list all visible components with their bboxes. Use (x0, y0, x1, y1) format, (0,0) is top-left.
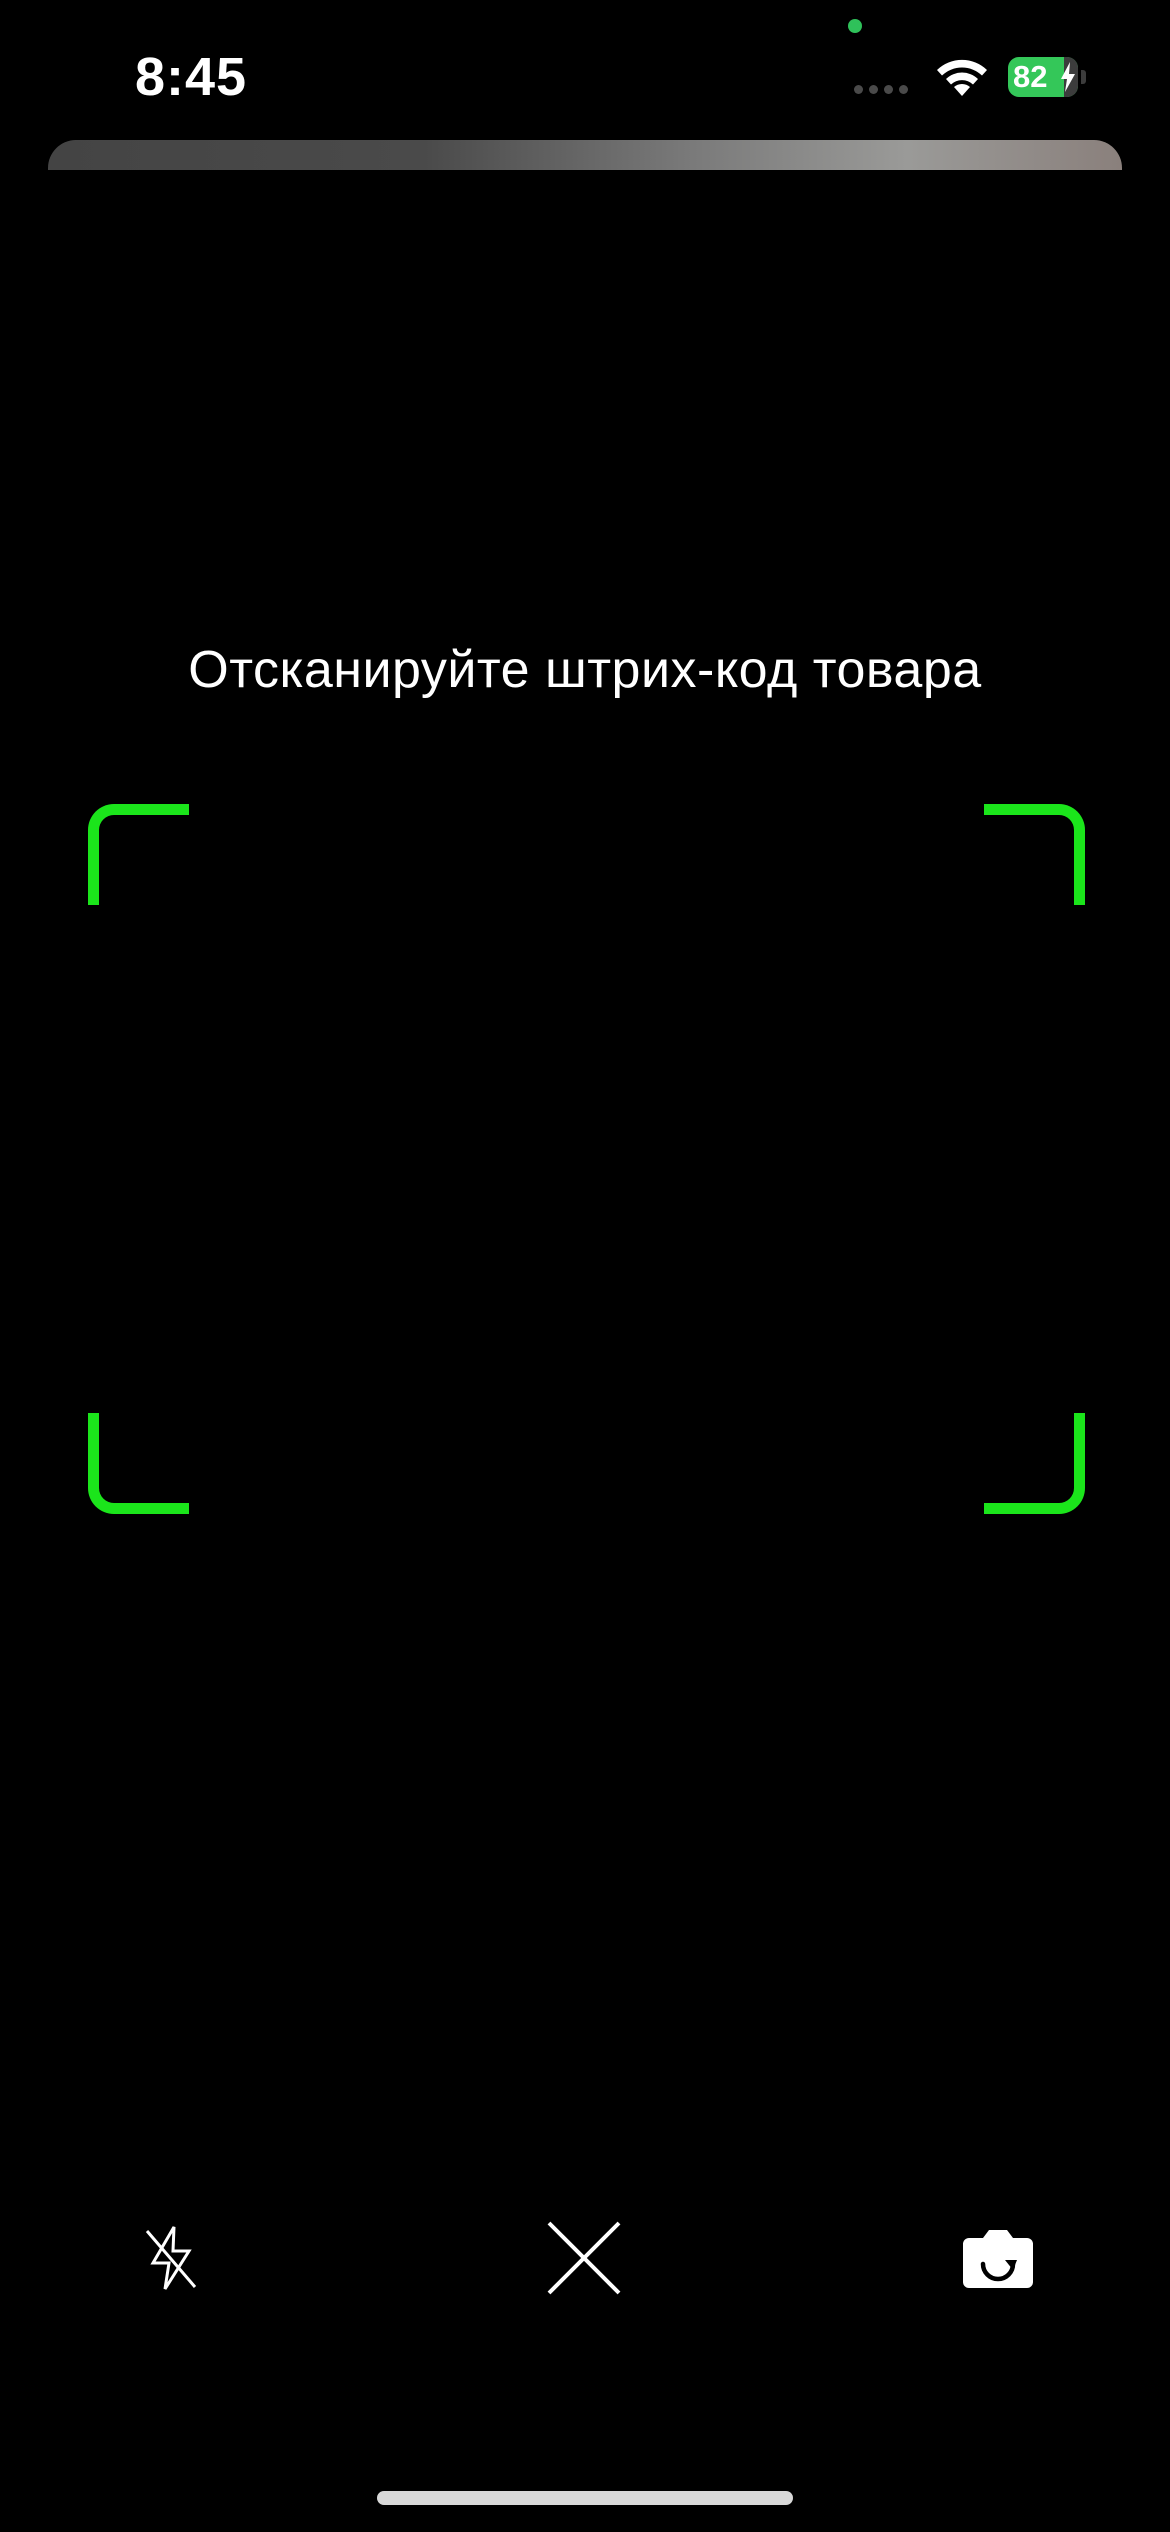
flash-off-icon (145, 2226, 197, 2290)
close-button[interactable] (541, 2215, 627, 2301)
scan-frame-corner-top-left (88, 804, 189, 905)
scan-instruction: Отсканируйте штрих-код товара (188, 641, 982, 699)
battery-indicator: 82 (1008, 57, 1086, 97)
battery-body: 82 (1008, 57, 1078, 97)
cellular-signal-icon (854, 85, 908, 94)
close-icon (547, 2221, 621, 2295)
camera-switch-icon (963, 2230, 1033, 2288)
scan-frame-corner-bottom-right (984, 1413, 1085, 1514)
charging-bolt-icon (1061, 62, 1075, 92)
camera-in-use-indicator (848, 19, 862, 33)
scan-frame-corner-bottom-left (88, 1413, 189, 1514)
flash-toggle-button[interactable] (128, 2215, 214, 2301)
wifi-icon (937, 59, 987, 96)
scan-frame-corner-top-right (984, 804, 1085, 905)
status-bar: 8:45 82 (0, 0, 1170, 150)
home-indicator[interactable] (377, 2491, 793, 2505)
battery-level: 82 (1013, 59, 1048, 94)
camera-switch-button[interactable] (955, 2215, 1041, 2301)
status-time: 8:45 (135, 47, 248, 107)
